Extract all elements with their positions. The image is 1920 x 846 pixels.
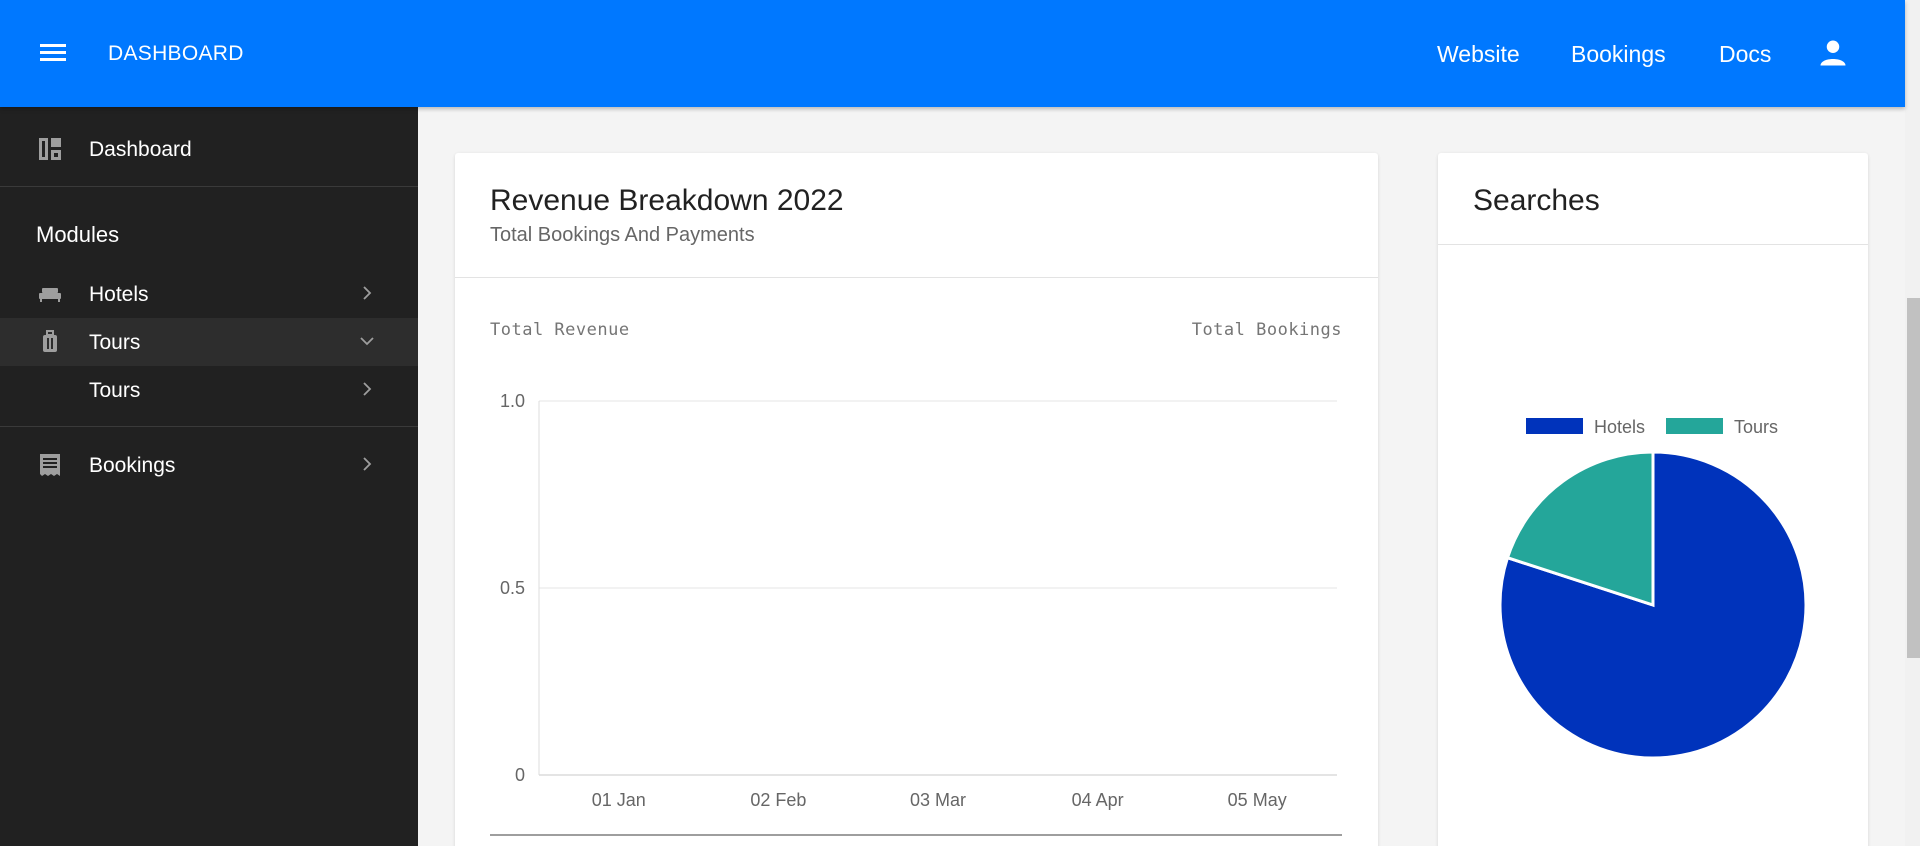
chart-bottom-rule [490, 834, 1342, 836]
chevron-right-icon [363, 457, 372, 471]
chevron-right-icon [363, 382, 372, 396]
user-icon[interactable] [1818, 38, 1848, 68]
right-axis-label: Total Bookings [1191, 320, 1342, 340]
card-title: Revenue Breakdown 2022 [490, 184, 844, 217]
sidebar-divider [0, 186, 418, 187]
legend-label: Hotels [1594, 417, 1645, 437]
luggage-icon [43, 330, 57, 352]
sidebar-divider [0, 426, 418, 427]
x-tick-label: 01 Jan [592, 790, 646, 810]
card-divider [1438, 244, 1868, 245]
sidebar-section-title: Modules [36, 222, 120, 247]
card-divider [455, 277, 1378, 278]
legend-swatch [1666, 418, 1723, 434]
dashboard-icon [39, 138, 61, 160]
sidebar-item-bookings[interactable]: Bookings [0, 441, 418, 489]
sidebar-item-label: Bookings [89, 454, 176, 477]
brand-title[interactable]: DASHBOARD [108, 42, 244, 66]
y-tick-label: 0 [515, 765, 525, 785]
left-axis-label: Total Revenue [490, 320, 630, 340]
revenue-line-chart: 1.0 0.5 0 01 Jan 02 Feb 03 Mar 04 Apr 05 May [500, 391, 1337, 810]
scrollbar-thumb[interactable] [1907, 298, 1920, 658]
top-bar: DASHBOARD Website Bookings Docs [0, 0, 1905, 107]
nav-docs[interactable]: Docs [1719, 41, 1771, 68]
sidebar-item-dashboard[interactable]: Dashboard [0, 125, 418, 173]
nav-website[interactable]: Website [1437, 41, 1520, 68]
x-tick-label: 03 Mar [910, 790, 966, 810]
bed-icon [39, 288, 61, 302]
x-tick-label: 05 May [1228, 790, 1287, 810]
card-title: Searches [1473, 184, 1600, 217]
y-tick-label: 1.0 [500, 391, 525, 411]
sidebar: Dashboard Modules Hotels Tours Tours Boo… [0, 107, 418, 846]
sidebar-subitem-tours[interactable]: Tours [0, 366, 418, 414]
nav-bookings[interactable]: Bookings [1571, 41, 1666, 68]
searches-card: Searches Hotels Tours [1438, 153, 1868, 846]
sidebar-item-hotels[interactable]: Hotels [0, 270, 418, 318]
card-subtitle: Total Bookings And Payments [490, 224, 755, 246]
sidebar-item-label: Hotels [89, 283, 149, 306]
x-tick-label: 04 Apr [1072, 790, 1124, 810]
sidebar-item-tours[interactable]: Tours [0, 318, 418, 366]
sidebar-item-label: Dashboard [89, 138, 192, 161]
legend-label: Tours [1734, 417, 1778, 437]
revenue-card: Revenue Breakdown 2022 Total Bookings An… [455, 153, 1378, 846]
x-tick-label: 02 Feb [750, 790, 806, 810]
menu-icon[interactable] [38, 40, 68, 66]
y-tick-label: 0.5 [500, 578, 525, 598]
sidebar-item-label: Tours [89, 331, 141, 354]
searches-pie-chart: Hotels Tours [1498, 417, 1808, 760]
sidebar-item-label: Tours [89, 379, 141, 402]
receipt-icon [40, 454, 60, 476]
chevron-down-icon [360, 337, 374, 346]
chevron-right-icon [363, 286, 372, 300]
legend-swatch [1526, 418, 1583, 434]
